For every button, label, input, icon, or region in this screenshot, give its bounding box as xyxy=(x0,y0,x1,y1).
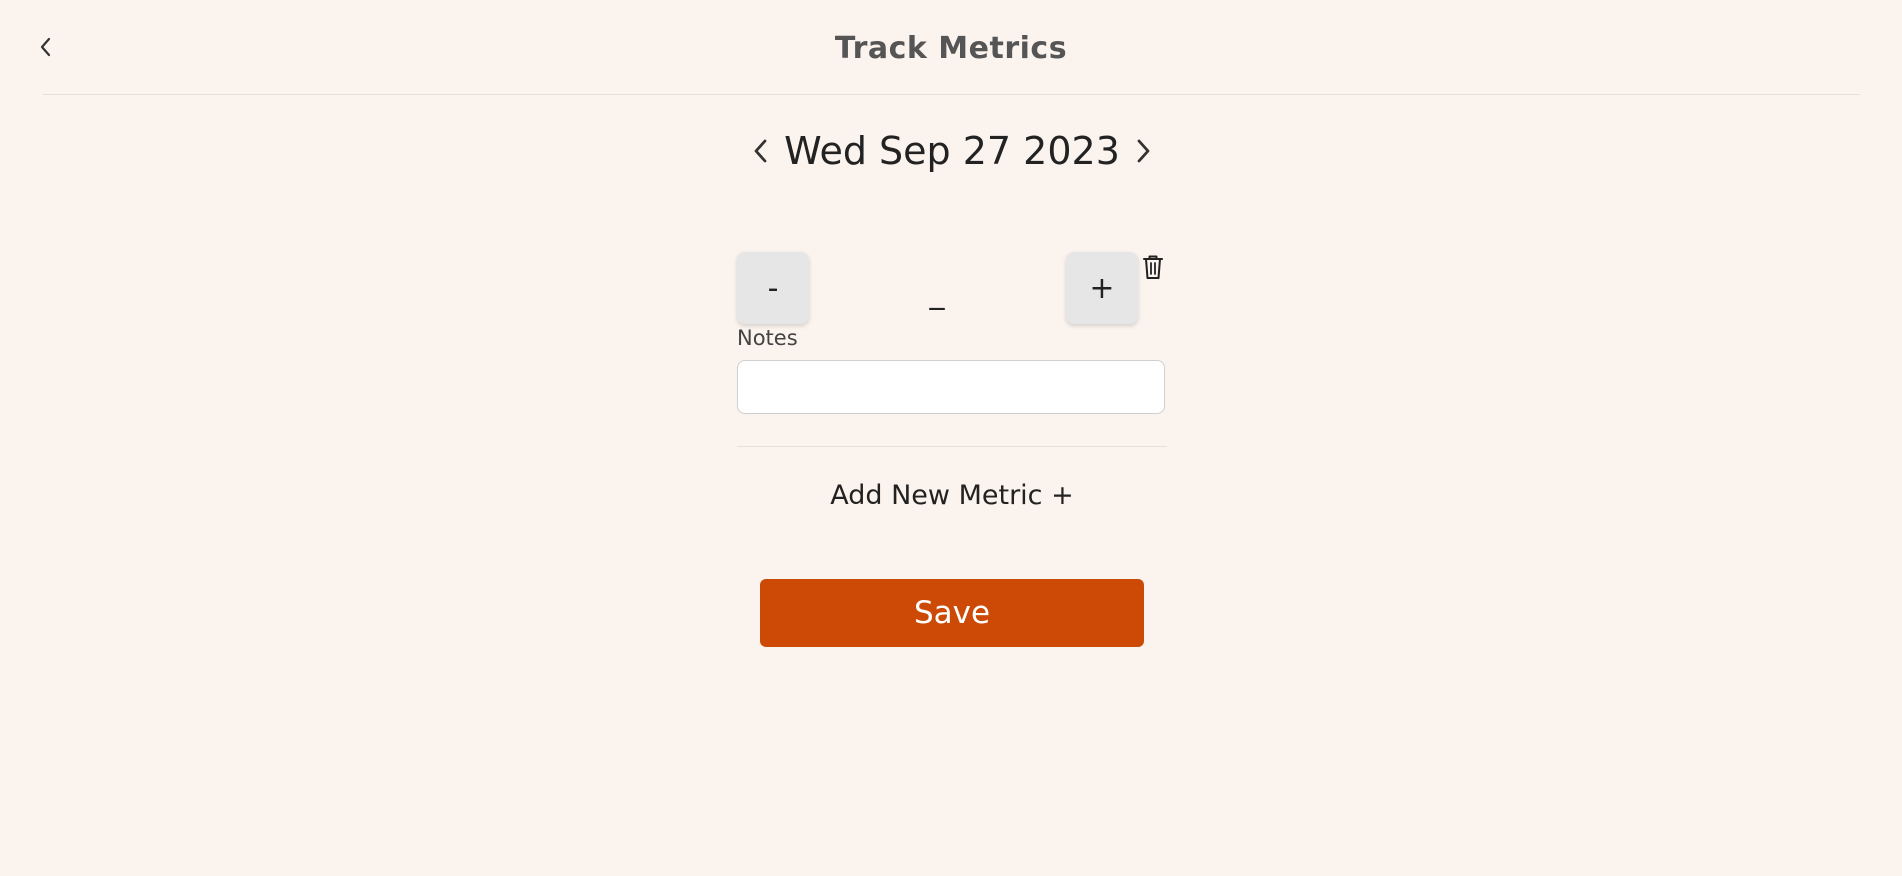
decrement-button[interactable]: - xyxy=(737,252,809,324)
notes-input[interactable] xyxy=(737,360,1165,414)
notes-label: Notes xyxy=(737,326,798,350)
previous-date-button[interactable] xyxy=(748,136,774,166)
header: Track Metrics xyxy=(0,0,1902,96)
chevron-right-icon xyxy=(1137,139,1150,163)
next-date-button[interactable] xyxy=(1130,136,1156,166)
add-new-metric-button[interactable]: Add New Metric + xyxy=(737,480,1167,511)
date-navigator: Wed Sep 27 2023 xyxy=(0,126,1902,176)
header-divider xyxy=(43,94,1860,95)
save-button[interactable]: Save xyxy=(760,579,1144,647)
chevron-left-icon xyxy=(754,139,767,163)
trash-icon xyxy=(1143,255,1163,279)
section-divider xyxy=(737,446,1167,447)
increment-button[interactable]: + xyxy=(1066,252,1138,324)
current-date: Wed Sep 27 2023 xyxy=(784,129,1120,173)
delete-metric-button[interactable] xyxy=(1140,252,1166,282)
page-title: Track Metrics xyxy=(834,31,1068,66)
metric-value: _ xyxy=(929,276,945,311)
